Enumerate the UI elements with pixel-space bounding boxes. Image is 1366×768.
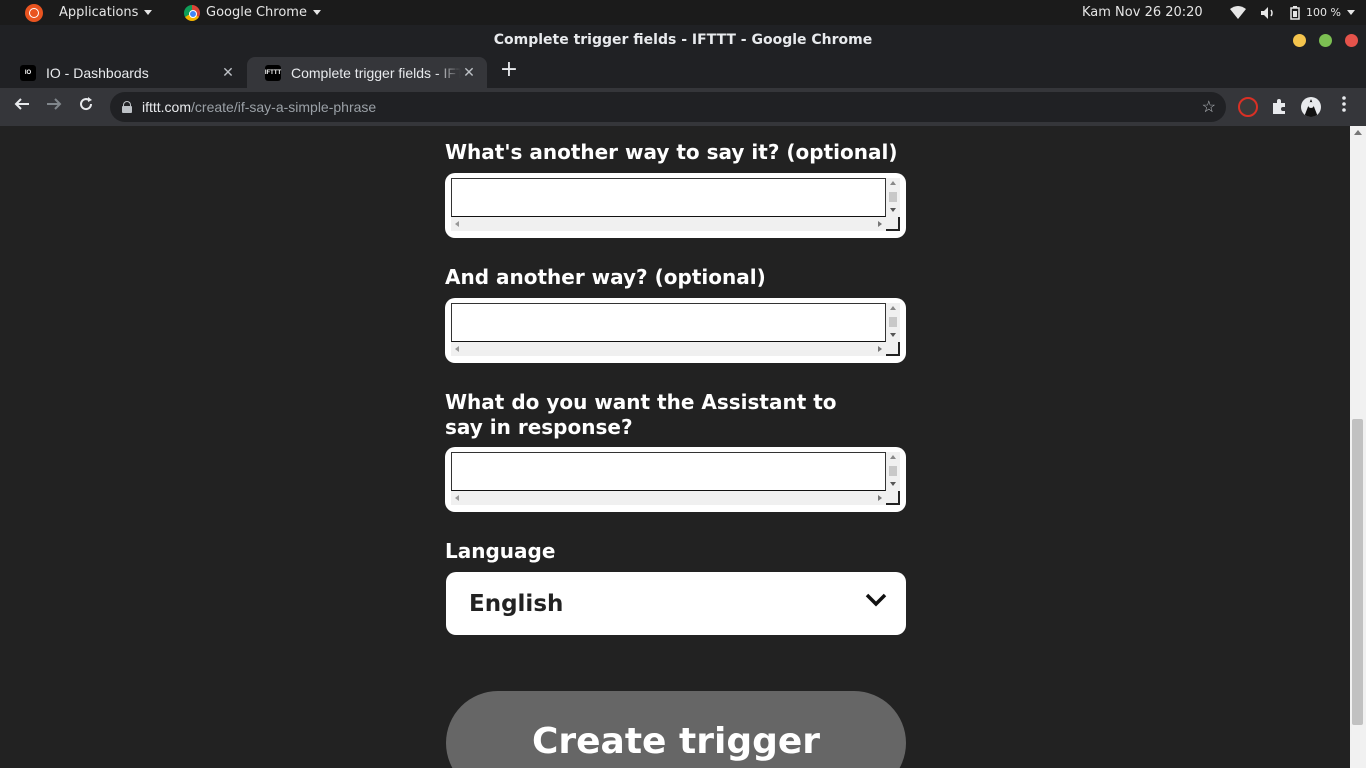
chevron-down-icon <box>865 593 887 607</box>
window-title-bar: Complete trigger fields - IFTTT - Google… <box>0 25 1366 55</box>
url-path: /create/if-say-a-simple-phrase <box>191 99 377 115</box>
scroll-down-icon[interactable] <box>890 333 896 337</box>
wifi-icon <box>1230 5 1246 19</box>
close-icon[interactable]: ✕ <box>220 64 236 81</box>
chrome-icon <box>184 4 200 21</box>
chrome-app-menu[interactable]: Google Chrome <box>184 0 321 25</box>
tab-label: IO - Dashboards <box>46 64 149 81</box>
scroll-up-icon[interactable] <box>890 181 896 185</box>
chrome-app-label: Google Chrome <box>206 5 307 20</box>
textarea-and-another-way[interactable] <box>445 298 906 363</box>
scroll-left-icon[interactable] <box>455 221 459 227</box>
page-content: What's another way to say it? (optional)… <box>0 126 1350 768</box>
resize-grip[interactable] <box>886 342 900 356</box>
textarea-assistant-response[interactable] <box>445 447 906 512</box>
window-title: Complete trigger fields - IFTTT - Google… <box>493 32 873 48</box>
scroll-up-icon[interactable] <box>1354 130 1362 135</box>
arrow-left-icon <box>14 98 29 110</box>
scrollbar-thumb[interactable] <box>1352 419 1363 725</box>
close-window-button[interactable] <box>1345 34 1358 47</box>
textarea-another-way[interactable] <box>445 173 906 238</box>
volume-icon <box>1261 6 1273 19</box>
url-host: ifttt.com <box>142 99 192 115</box>
ifttt-icon: IFTTT <box>265 64 281 81</box>
scroll-down-icon[interactable] <box>890 482 896 486</box>
system-top-bar: Applications Google Chrome Kam Nov 26 20… <box>0 0 1366 25</box>
tab-label: Complete trigger fields - IFTTT <box>291 64 461 81</box>
chrome-menu-button[interactable] <box>1332 95 1356 119</box>
scroll-down-icon[interactable] <box>890 208 896 212</box>
language-select[interactable]: English <box>446 572 906 635</box>
create-trigger-button[interactable]: Create trigger <box>446 691 906 768</box>
scroll-right-icon[interactable] <box>878 495 882 501</box>
language-label: Language <box>445 539 556 563</box>
bookmark-star-icon[interactable]: ☆ <box>1202 97 1216 117</box>
minimize-button[interactable] <box>1293 34 1306 47</box>
reload-button[interactable] <box>74 95 98 119</box>
page-scrollbar[interactable] <box>1350 126 1366 768</box>
address-bar[interactable]: ifttt.com /create/if-say-a-simple-phrase… <box>110 92 1226 122</box>
applications-menu[interactable]: Applications <box>25 0 153 25</box>
horizontal-scrollbar[interactable] <box>451 491 886 505</box>
extensions-puzzle-icon[interactable] <box>1270 97 1290 117</box>
resize-grip[interactable] <box>886 217 900 231</box>
back-button[interactable] <box>10 95 34 119</box>
close-icon[interactable]: ✕ <box>461 64 477 81</box>
battery-percent: 100 % <box>1306 6 1341 19</box>
reload-icon <box>80 97 93 111</box>
more-vertical-icon <box>1342 96 1346 112</box>
tab-strip: IO IO - Dashboards ✕ IFTTT Complete trig… <box>0 55 1366 88</box>
scroll-left-icon[interactable] <box>455 495 459 501</box>
new-tab-button[interactable]: + <box>498 59 520 83</box>
scroll-up-icon[interactable] <box>890 306 896 310</box>
system-status-menu[interactable]: 100 % <box>1230 0 1355 25</box>
language-selected-value: English <box>469 590 564 617</box>
scroll-right-icon[interactable] <box>878 346 882 352</box>
chevron-down-icon <box>1346 10 1355 15</box>
io-icon: IO <box>20 64 36 81</box>
tab-complete-trigger-fields[interactable]: IFTTT Complete trigger fields - IFTTT ✕ <box>247 57 487 88</box>
textarea-input[interactable] <box>451 303 886 342</box>
extension-blocker-icon[interactable] <box>1238 97 1258 117</box>
chevron-down-icon <box>144 10 153 15</box>
create-trigger-label: Create trigger <box>531 721 821 762</box>
chevron-down-icon <box>312 10 321 15</box>
resize-grip[interactable] <box>886 491 900 505</box>
scroll-right-icon[interactable] <box>878 221 882 227</box>
forward-button[interactable] <box>42 95 66 119</box>
arrow-right-icon <box>47 98 62 110</box>
field-label-another-way: What's another way to say it? (optional) <box>445 140 898 164</box>
textarea-input[interactable] <box>451 452 886 491</box>
horizontal-scrollbar[interactable] <box>451 217 886 231</box>
lock-icon <box>122 101 132 113</box>
profile-avatar[interactable] <box>1301 97 1321 117</box>
clock[interactable]: Kam Nov 26 20:20 <box>1082 0 1203 25</box>
field-label-and-another-way: And another way? (optional) <box>445 265 766 289</box>
datetime-text: Kam Nov 26 20:20 <box>1082 5 1203 20</box>
scroll-up-icon[interactable] <box>890 455 896 459</box>
applications-label: Applications <box>59 5 139 20</box>
tab-io-dashboards[interactable]: IO IO - Dashboards ✕ <box>2 57 246 88</box>
browser-toolbar: ifttt.com /create/if-say-a-simple-phrase… <box>0 88 1366 126</box>
vertical-scrollbar[interactable] <box>886 178 900 217</box>
field-label-assistant-response: What do you want the Assistant to say in… <box>445 390 837 439</box>
textarea-input[interactable] <box>451 178 886 217</box>
maximize-button[interactable] <box>1319 34 1332 47</box>
battery-icon <box>1290 5 1300 20</box>
horizontal-scrollbar[interactable] <box>451 342 886 356</box>
ubuntu-logo-icon <box>25 3 43 22</box>
vertical-scrollbar[interactable] <box>886 452 900 491</box>
scroll-left-icon[interactable] <box>455 346 459 352</box>
vertical-scrollbar[interactable] <box>886 303 900 342</box>
